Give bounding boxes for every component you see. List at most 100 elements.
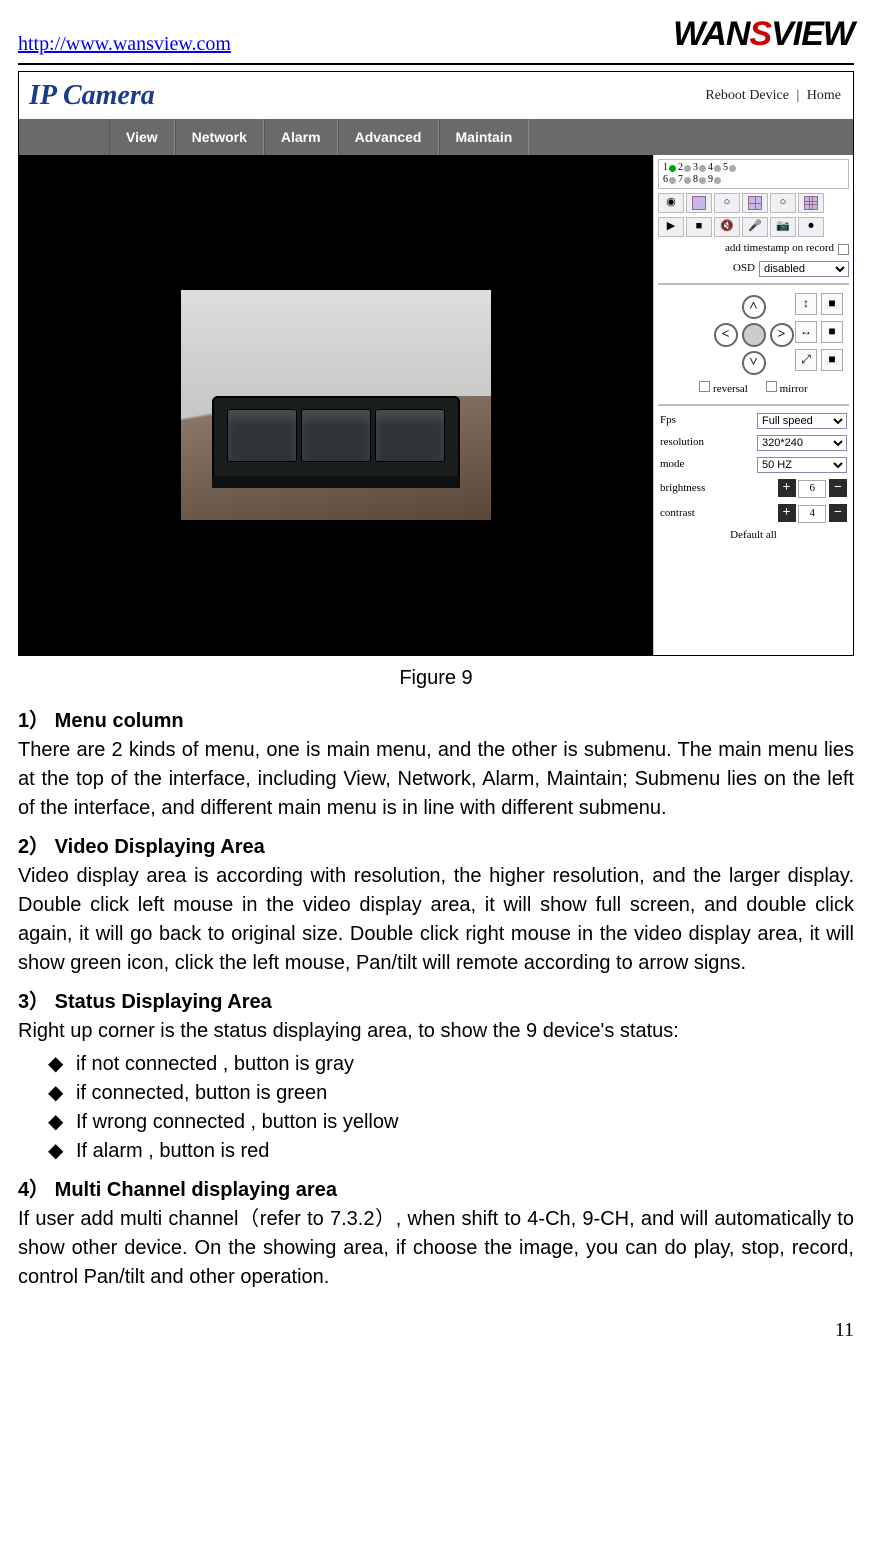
ptz-center-button[interactable]	[742, 323, 766, 347]
brand-logo: WANSVIEW	[673, 10, 854, 59]
io-on-button[interactable]: ⤢	[795, 349, 817, 371]
osd-row: OSD disabled	[658, 261, 849, 277]
site-url-link[interactable]: http://www.wansview.com	[18, 30, 231, 59]
ui-screenshot: IP Camera Reboot Device | Home View Netw…	[18, 71, 854, 656]
mirror-checkbox[interactable]	[766, 381, 777, 392]
patrol-v-stop-button[interactable]: ■	[821, 293, 843, 315]
timestamp-label: add timestamp on record	[725, 241, 834, 257]
mirror-label: mirror	[780, 383, 808, 395]
channel-4[interactable]: 4	[708, 162, 721, 174]
section-3-title: 3） Status Displaying Area	[18, 988, 854, 1017]
record-button[interactable]: ⏺	[798, 217, 824, 237]
page-header: http://www.wansview.com WANSVIEW	[18, 10, 854, 65]
fps-label: Fps	[660, 413, 676, 429]
ptz-right-button[interactable]: ˃	[770, 323, 794, 347]
timestamp-checkbox[interactable]	[838, 244, 849, 255]
play-button[interactable]: ▶	[658, 217, 684, 237]
ptz-side-buttons: ↕ ■ ↔ ■ ⤢ ■	[795, 293, 843, 371]
section-2-text: Video display area is according with res…	[18, 862, 854, 978]
snapshot-button[interactable]: 📷	[770, 217, 796, 237]
section-4-text: If user add multi channel（refer to 7.3.2…	[18, 1205, 854, 1292]
resolution-select[interactable]: 320*240	[757, 435, 847, 451]
brightness-minus-button[interactable]: −	[829, 479, 847, 497]
radio-layout-3[interactable]: ○	[770, 193, 796, 213]
tool-buttons: ▶ ■ 🔇 🎤 📷 ⏺	[658, 217, 849, 237]
radio-layout-2[interactable]: ○	[714, 193, 740, 213]
section-2-title: 2） Video Displaying Area	[18, 833, 854, 862]
bullet-gray: if not connected , button is gray	[76, 1050, 854, 1079]
brand-part2: VIEW	[771, 15, 854, 53]
bullet-green: if connected, button is green	[76, 1079, 854, 1108]
layout-buttons: ◉ ○ ○	[658, 193, 849, 213]
mode-row: mode 50 HZ	[658, 456, 849, 474]
reversal-checkbox[interactable]	[699, 381, 710, 392]
ptz-down-button[interactable]: ˅	[742, 351, 766, 375]
camera-feed	[181, 290, 491, 520]
couch-illustration	[212, 396, 460, 488]
stop-button[interactable]: ■	[686, 217, 712, 237]
tab-network[interactable]: Network	[175, 119, 264, 155]
status-bullet-list: if not connected , button is gray if con…	[76, 1050, 854, 1166]
io-off-button[interactable]: ■	[821, 349, 843, 371]
mode-label: mode	[660, 457, 684, 473]
mode-select[interactable]: 50 HZ	[757, 457, 847, 473]
channel-8[interactable]: 8	[693, 174, 706, 186]
home-link[interactable]: Home	[807, 88, 841, 103]
tab-maintain[interactable]: Maintain	[439, 119, 530, 155]
contrast-row: contrast + 4 −	[658, 503, 849, 524]
channel-2[interactable]: 2	[678, 162, 691, 174]
channel-1[interactable]: 1	[663, 162, 676, 174]
radio-layout[interactable]: ◉	[658, 193, 684, 213]
ptz-control: ˄ ˂ ˃ ˅ ↕ ■ ↔ ■	[658, 291, 849, 377]
ptz-left-button[interactable]: ˂	[714, 323, 738, 347]
bullet-yellow: If wrong connected , button is yellow	[76, 1108, 854, 1137]
tab-alarm[interactable]: Alarm	[264, 119, 338, 155]
channel-7[interactable]: 7	[678, 174, 691, 186]
brand-part1: WAN	[673, 15, 749, 53]
section-4-title: 4） Multi Channel displaying area	[18, 1176, 854, 1205]
contrast-plus-button[interactable]: +	[778, 504, 796, 522]
channel-5[interactable]: 5	[723, 162, 736, 174]
mute-button[interactable]: 🔇	[714, 217, 740, 237]
channel-9[interactable]: 9	[708, 174, 721, 186]
main-menu-bar: View Network Alarm Advanced Maintain	[19, 119, 853, 155]
ip-camera-logo: IP Camera	[29, 76, 155, 117]
fps-select[interactable]: Full speed	[757, 413, 847, 429]
channel-status-grid: 1 2 3 4 5 6 7 8 9	[658, 159, 849, 189]
channel-6[interactable]: 6	[663, 174, 676, 186]
video-display-area[interactable]	[19, 155, 653, 655]
ptz-up-button[interactable]: ˄	[742, 295, 766, 319]
layout-1x1-button[interactable]	[686, 193, 712, 213]
contrast-minus-button[interactable]: −	[829, 504, 847, 522]
section-1-text: There are 2 kinds of menu, one is main m…	[18, 736, 854, 823]
patrol-h-button[interactable]: ↔	[795, 321, 817, 343]
default-all-link[interactable]: Default all	[730, 528, 777, 544]
brand-s: S	[749, 15, 771, 53]
patrol-h-stop-button[interactable]: ■	[821, 321, 843, 343]
brightness-plus-button[interactable]: +	[778, 479, 796, 497]
brightness-value: 6	[798, 480, 826, 498]
resolution-label: resolution	[660, 435, 704, 451]
timestamp-row: add timestamp on record	[658, 241, 849, 257]
tab-view[interactable]: View	[109, 119, 175, 155]
osd-select[interactable]: disabled	[759, 261, 849, 277]
patrol-v-button[interactable]: ↕	[795, 293, 817, 315]
brightness-label: brightness	[660, 481, 705, 497]
mic-button[interactable]: 🎤	[742, 217, 768, 237]
separator: |	[796, 88, 799, 103]
section-3-text: Right up corner is the status displaying…	[18, 1017, 854, 1046]
resolution-row: resolution 320*240	[658, 434, 849, 452]
figure-caption: Figure 9	[18, 664, 854, 693]
page-number: 11	[18, 1316, 854, 1345]
reversal-label: reversal	[713, 383, 748, 395]
flip-row: reversal mirror	[658, 381, 849, 398]
top-links: Reboot Device | Home	[703, 86, 843, 106]
control-panel: 1 2 3 4 5 6 7 8 9 ◉ ○ ○	[653, 155, 853, 655]
tab-advanced[interactable]: Advanced	[338, 119, 439, 155]
bullet-red: If alarm , button is red	[76, 1137, 854, 1166]
layout-2x2-button[interactable]	[742, 193, 768, 213]
channel-3[interactable]: 3	[693, 162, 706, 174]
fps-row: Fps Full speed	[658, 412, 849, 430]
layout-3x3-button[interactable]	[798, 193, 824, 213]
reboot-device-link[interactable]: Reboot Device	[705, 88, 789, 103]
